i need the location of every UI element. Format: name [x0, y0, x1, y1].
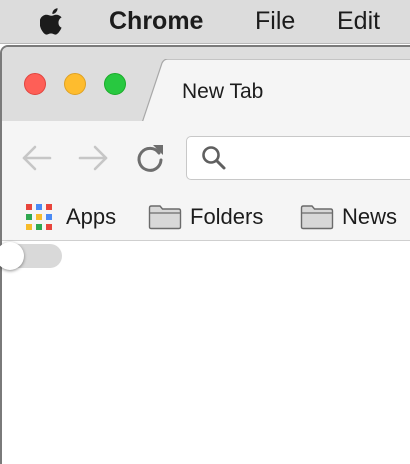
tab-strip: New Tab [2, 47, 410, 123]
close-window-button[interactable] [24, 73, 46, 95]
bookmark-label: Apps [66, 204, 117, 229]
bookmark-news[interactable]: News [300, 195, 410, 239]
reload-icon[interactable] [133, 141, 167, 175]
omnibox[interactable] [186, 136, 410, 180]
screen: Chrome File Edit New Tab Apps Folders Ne… [0, 0, 410, 464]
address-input[interactable] [235, 143, 410, 175]
arrow-left-icon[interactable] [20, 141, 54, 175]
apps-grid-icon [26, 204, 52, 230]
toolbar [2, 121, 410, 195]
bookmark-apps[interactable]: Apps [24, 195, 134, 239]
minimize-window-button[interactable] [64, 73, 86, 95]
bookmark-folders[interactable]: Folders [148, 195, 288, 239]
menu-file[interactable]: File [255, 5, 295, 37]
toggle-knob[interactable] [0, 242, 24, 270]
menu-app-name[interactable]: Chrome [109, 5, 203, 37]
bookmark-label: Folders [190, 204, 264, 229]
folder-icon [300, 205, 334, 230]
menu-edit[interactable]: Edit [337, 5, 380, 37]
maximize-window-button[interactable] [104, 73, 126, 95]
folder-icon [148, 205, 182, 230]
tab-title: New Tab [182, 80, 264, 103]
apple-icon[interactable] [40, 6, 66, 36]
menu-bar: Chrome File Edit [0, 0, 410, 44]
arrow-right-icon[interactable] [76, 141, 110, 175]
search-icon [202, 146, 226, 170]
toggle-switch[interactable] [0, 242, 62, 270]
bookmark-label: News [342, 204, 398, 229]
bookmarks-bar: Apps Folders News [2, 195, 410, 241]
